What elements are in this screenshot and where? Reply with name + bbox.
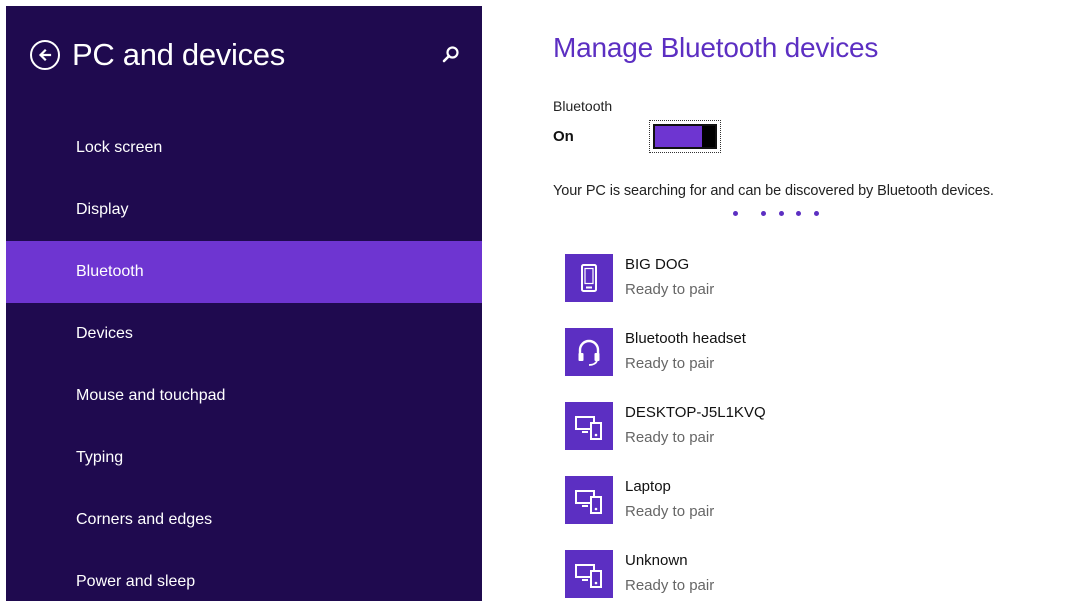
device-status: Ready to pair xyxy=(625,429,715,446)
progress-dot xyxy=(761,211,766,216)
device-status: Ready to pair xyxy=(625,281,715,298)
sidebar-item-devices[interactable]: Devices xyxy=(6,303,482,365)
computer-icon xyxy=(575,564,602,588)
progress-dot xyxy=(796,211,801,216)
sidebar-item-lock-screen[interactable]: Lock screen xyxy=(6,117,482,179)
toggle-thumb xyxy=(702,126,715,147)
device-tile xyxy=(565,328,613,376)
sidebar-item-label: Corners and edges xyxy=(76,511,213,528)
phone-icon xyxy=(581,264,597,292)
device-item[interactable]: Laptop Ready to pair xyxy=(565,476,1065,550)
device-name: Bluetooth headset xyxy=(625,330,746,347)
settings-sidebar: PC and devices Lock screen Display Bluet… xyxy=(6,6,482,601)
sidebar-item-label: Devices xyxy=(76,325,133,342)
device-tile xyxy=(565,254,613,302)
device-name: Unknown xyxy=(625,552,688,569)
device-name: Laptop xyxy=(625,478,671,495)
sidebar-item-label: Mouse and touchpad xyxy=(76,387,226,404)
device-tile xyxy=(565,476,613,524)
sidebar-nav: Lock screen Display Bluetooth Devices Mo… xyxy=(6,117,482,601)
device-status: Ready to pair xyxy=(625,503,715,520)
sidebar-item-label: Display xyxy=(76,201,129,218)
sidebar-item-label: Power and sleep xyxy=(76,573,196,590)
bluetooth-toggle-label: Bluetooth xyxy=(553,98,613,114)
device-tile xyxy=(565,402,613,450)
back-button[interactable] xyxy=(30,40,60,70)
device-name: BIG DOG xyxy=(625,256,690,273)
device-list: BIG DOG Ready to pair Bluetooth headset … xyxy=(565,254,1065,601)
sidebar-item-label: Typing xyxy=(76,449,124,466)
toggle-track xyxy=(653,124,717,149)
bluetooth-toggle[interactable] xyxy=(649,120,721,153)
sidebar-item-label: Bluetooth xyxy=(76,263,144,280)
device-tile xyxy=(565,550,613,598)
back-arrow-icon xyxy=(38,48,52,62)
sidebar-item-label: Lock screen xyxy=(76,139,163,156)
device-item[interactable]: BIG DOG Ready to pair xyxy=(565,254,1065,328)
device-status: Ready to pair xyxy=(625,577,715,594)
sidebar-item-mouse-and-touchpad[interactable]: Mouse and touchpad xyxy=(6,365,482,427)
bluetooth-state-text: On xyxy=(553,128,574,145)
device-status: Ready to pair xyxy=(625,355,715,372)
sidebar-item-typing[interactable]: Typing xyxy=(6,427,482,489)
progress-dots-indicator xyxy=(733,211,833,219)
device-name: DESKTOP-J5L1KVQ xyxy=(625,404,766,421)
sidebar-item-power-and-sleep[interactable]: Power and sleep xyxy=(6,551,482,601)
sidebar-item-bluetooth[interactable]: Bluetooth xyxy=(6,241,482,303)
sidebar-item-display[interactable]: Display xyxy=(6,179,482,241)
progress-dot xyxy=(733,211,738,216)
device-item[interactable]: Bluetooth headset Ready to pair xyxy=(565,328,1065,402)
main-content: Manage Bluetooth devices Bluetooth On Yo… xyxy=(553,0,1069,601)
sidebar-title: PC and devices xyxy=(72,37,285,72)
discovery-status-message: Your PC is searching for and can be disc… xyxy=(553,183,994,199)
search-icon xyxy=(442,46,459,63)
computer-icon xyxy=(575,490,602,514)
device-item[interactable]: Unknown Ready to pair xyxy=(565,550,1065,601)
progress-dot xyxy=(814,211,819,216)
sidebar-header: PC and devices xyxy=(30,34,470,82)
headset-icon xyxy=(578,339,600,366)
search-button[interactable] xyxy=(440,44,462,66)
device-item[interactable]: DESKTOP-J5L1KVQ Ready to pair xyxy=(565,402,1065,476)
page-title: Manage Bluetooth devices xyxy=(553,32,879,63)
progress-dot xyxy=(779,211,784,216)
computer-icon xyxy=(575,416,602,440)
sidebar-item-corners-and-edges[interactable]: Corners and edges xyxy=(6,489,482,551)
